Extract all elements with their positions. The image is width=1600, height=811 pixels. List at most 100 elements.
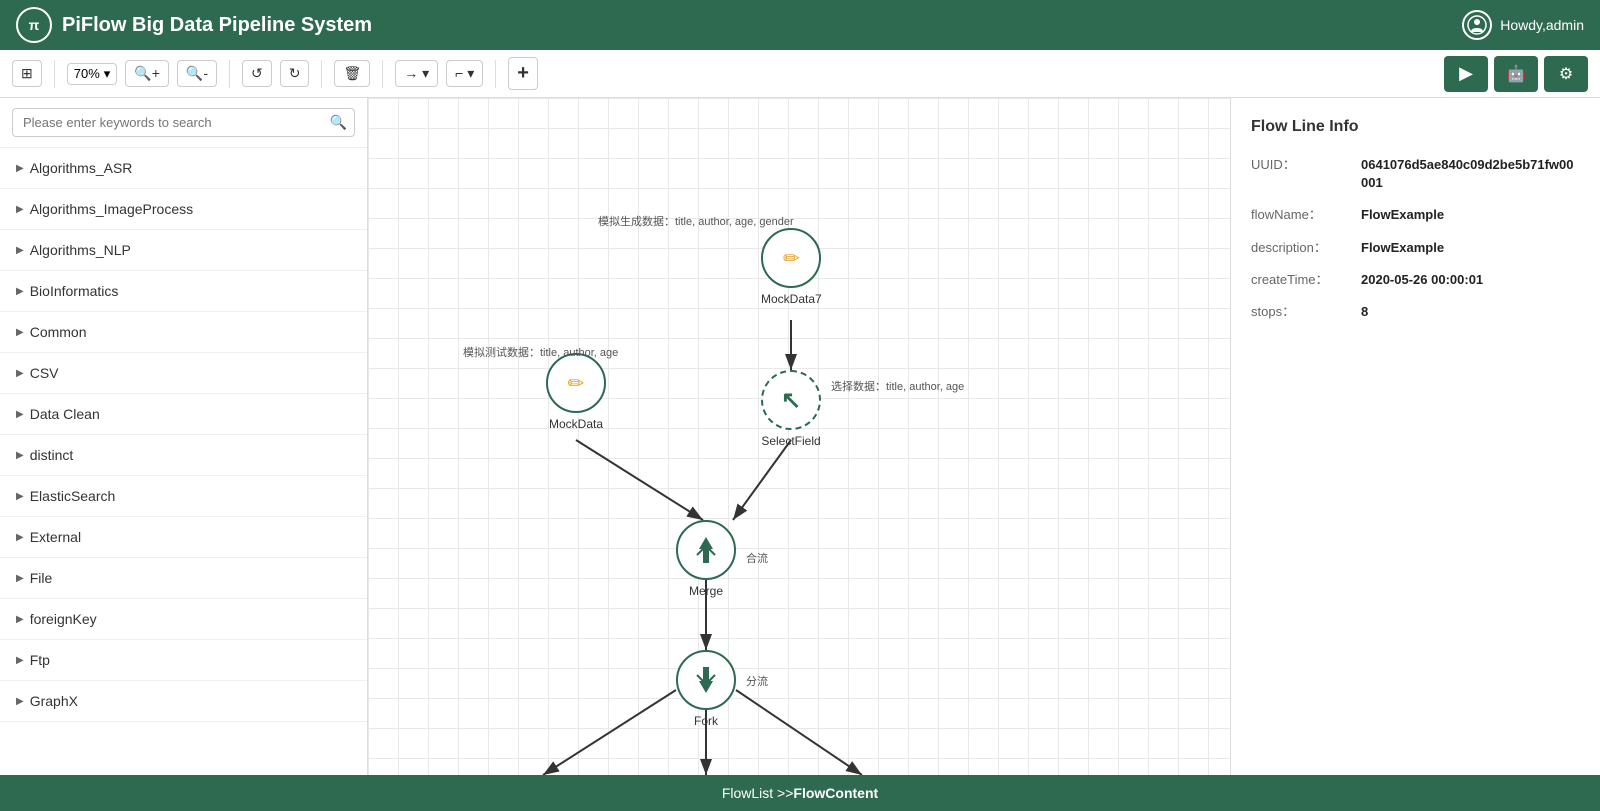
sidebar-item-label: External xyxy=(30,529,81,545)
sidebar-item-11[interactable]: ▶ foreignKey xyxy=(0,599,367,640)
annotation-mockdata: 模拟测试数据：title, author, age xyxy=(463,344,618,360)
arrow-style-icon: → ▾ xyxy=(404,65,429,82)
run-button[interactable]: ▶ xyxy=(1444,56,1488,92)
sidebar-item-label: File xyxy=(30,570,53,586)
settings-button[interactable]: ⚙ xyxy=(1544,56,1588,92)
panel-key-1: flowName： xyxy=(1251,206,1361,224)
sidebar-item-label: foreignKey xyxy=(30,611,97,627)
right-panel: Flow Line Info UUID： 0641076d5ae840c09d2… xyxy=(1230,98,1600,775)
node-fork[interactable]: Fork xyxy=(676,650,736,728)
node-selectfield-label: SelectField xyxy=(761,434,820,448)
panel-key-0: UUID： xyxy=(1251,156,1361,192)
divider-4 xyxy=(382,60,383,88)
zoom-value: 70% xyxy=(74,66,100,81)
node-mockdata-circle: ✏ xyxy=(546,353,606,413)
arrow-style-button[interactable]: → ▾ xyxy=(395,60,438,87)
logo-text: π xyxy=(29,17,40,33)
sidebar-item-12[interactable]: ▶Ftp xyxy=(0,640,367,681)
sidebar-item-label: Algorithms_ImageProcess xyxy=(30,201,193,217)
sidebar-toggle-button[interactable]: ⊞ xyxy=(12,60,42,87)
robot-button[interactable]: 🤖 xyxy=(1494,56,1538,92)
annotation-merge: 合流 xyxy=(746,550,768,566)
node-fork-circle xyxy=(676,650,736,710)
sidebar-item-10[interactable]: ▶ File xyxy=(0,558,367,599)
zoom-in-icon: 🔍+ xyxy=(134,65,160,82)
app-title: PiFlow Big Data Pipeline System xyxy=(62,14,372,37)
add-node-button[interactable]: + xyxy=(508,57,538,90)
node-mockdata7[interactable]: ✏ MockData7 xyxy=(761,228,822,306)
sidebar: 🔍 ▶Algorithms_ASR ▶ Algorithms_ImageProces… xyxy=(0,98,368,775)
user-name: Howdy,admin xyxy=(1500,17,1584,33)
zoom-in-button[interactable]: 🔍+ xyxy=(125,60,169,87)
sidebar-item-label: Common xyxy=(30,324,87,340)
zoom-out-button[interactable]: 🔍- xyxy=(177,60,217,87)
app-logo: π xyxy=(16,7,52,43)
sidebar-item-9[interactable]: ▶ External xyxy=(0,517,367,558)
panel-value-4: 8 xyxy=(1361,303,1368,321)
panel-row-3: createTime： 2020-05-26 00:00:01 xyxy=(1251,271,1580,289)
sidebar-list: ▶Algorithms_ASR▶Algorithms_ImageProcess▶… xyxy=(0,148,367,775)
panel-row-2: description： FlowExample xyxy=(1251,239,1580,257)
sidebar-item-label: Data Clean xyxy=(30,406,100,422)
panel-key-4: stops： xyxy=(1251,303,1361,321)
sidebar-item-8[interactable]: ▶ElasticSearch xyxy=(0,476,367,517)
sidebar-item-3[interactable]: ▶ BioInformatics xyxy=(0,271,367,312)
sidebar-arrow-icon: ▶ xyxy=(16,204,24,215)
settings-icon: ⚙ xyxy=(1559,64,1573,84)
node-selectfield[interactable]: ↖ SelectField xyxy=(761,370,821,448)
sidebar-item-label: GraphX xyxy=(30,693,78,709)
sidebar-arrow-icon: ▶ xyxy=(16,532,24,543)
sidebar-arrow-icon: ▶ xyxy=(16,327,24,338)
sidebar-item-0[interactable]: ▶Algorithms_ASR xyxy=(0,148,367,189)
panel-row-0: UUID： 0641076d5ae840c09d2be5b71fw00001 xyxy=(1251,156,1580,192)
corner-style-button[interactable]: ⌐ ▾ xyxy=(446,60,483,87)
sidebar-item-label: BioInformatics xyxy=(30,283,119,299)
node-mockdata7-label: MockData7 xyxy=(761,292,822,306)
fork-icon xyxy=(691,665,721,695)
sidebar-item-2[interactable]: ▶Algorithms_NLP xyxy=(0,230,367,271)
undo-button[interactable]: ↺ xyxy=(242,60,272,87)
panel-value-2: FlowExample xyxy=(1361,239,1444,257)
canvas-area[interactable]: ✏ MockData7 模拟生成数据：title, author, age, g… xyxy=(368,98,1230,775)
sidebar-item-1[interactable]: ▶ Algorithms_ImageProcess xyxy=(0,189,367,230)
redo-icon: ↻ xyxy=(289,65,301,82)
sidebar-item-label: distinct xyxy=(30,447,74,463)
divider-3 xyxy=(321,60,322,88)
sidebar-toggle-icon: ⊞ xyxy=(21,65,33,82)
panel-row-4: stops： 8 xyxy=(1251,303,1580,321)
sidebar-arrow-icon: ▶ xyxy=(16,409,24,420)
node-merge[interactable]: Merge xyxy=(676,520,736,598)
redo-button[interactable]: ↻ xyxy=(280,60,310,87)
annotation-mockdata7: 模拟生成数据：title, author, age, gender xyxy=(598,213,794,229)
panel-key-3: createTime： xyxy=(1251,271,1361,289)
delete-button[interactable]: 🗑 xyxy=(334,60,370,87)
sidebar-item-5[interactable]: ▶ CSV xyxy=(0,353,367,394)
panel-row-1: flowName： FlowExample xyxy=(1251,206,1580,224)
annotation-selectfield: 选择数据：title, author, age xyxy=(831,378,964,394)
search-input[interactable] xyxy=(12,108,355,137)
sidebar-item-7[interactable]: ▶ distinct xyxy=(0,435,367,476)
sidebar-item-4[interactable]: ▶ Common xyxy=(0,312,367,353)
add-icon: + xyxy=(517,62,529,85)
zoom-out-icon: 🔍- xyxy=(186,65,208,82)
sidebar-arrow-icon: ▶ xyxy=(16,286,24,297)
node-merge-label: Merge xyxy=(689,584,723,598)
merge-icon xyxy=(691,535,721,565)
sidebar-item-label: CSV xyxy=(30,365,59,381)
search-wrapper: 🔍 xyxy=(12,108,355,137)
user-avatar xyxy=(1462,10,1492,40)
sidebar-arrow-icon: ▶ xyxy=(16,655,24,666)
sidebar-arrow-icon: ▶ xyxy=(16,573,24,584)
header-left: π PiFlow Big Data Pipeline System xyxy=(16,7,372,43)
sidebar-arrow-icon: ▶ xyxy=(16,450,24,461)
sidebar-item-6[interactable]: ▶ Data Clean xyxy=(0,394,367,435)
node-mockdata[interactable]: ✏ MockData xyxy=(546,353,606,431)
sidebar-item-label: Algorithms_NLP xyxy=(30,242,131,258)
sidebar-item-13[interactable]: ▶ GraphX xyxy=(0,681,367,722)
breadcrumb-current: FlowContent xyxy=(793,785,878,801)
toolbar-right-buttons: ▶ 🤖 ⚙ xyxy=(1444,56,1588,92)
sidebar-arrow-icon: ▶ xyxy=(16,614,24,625)
sidebar-arrow-icon: ▶ xyxy=(16,368,24,379)
sidebar-arrow-icon: ▶ xyxy=(16,696,24,707)
zoom-control[interactable]: 70% ▾ xyxy=(67,63,118,85)
